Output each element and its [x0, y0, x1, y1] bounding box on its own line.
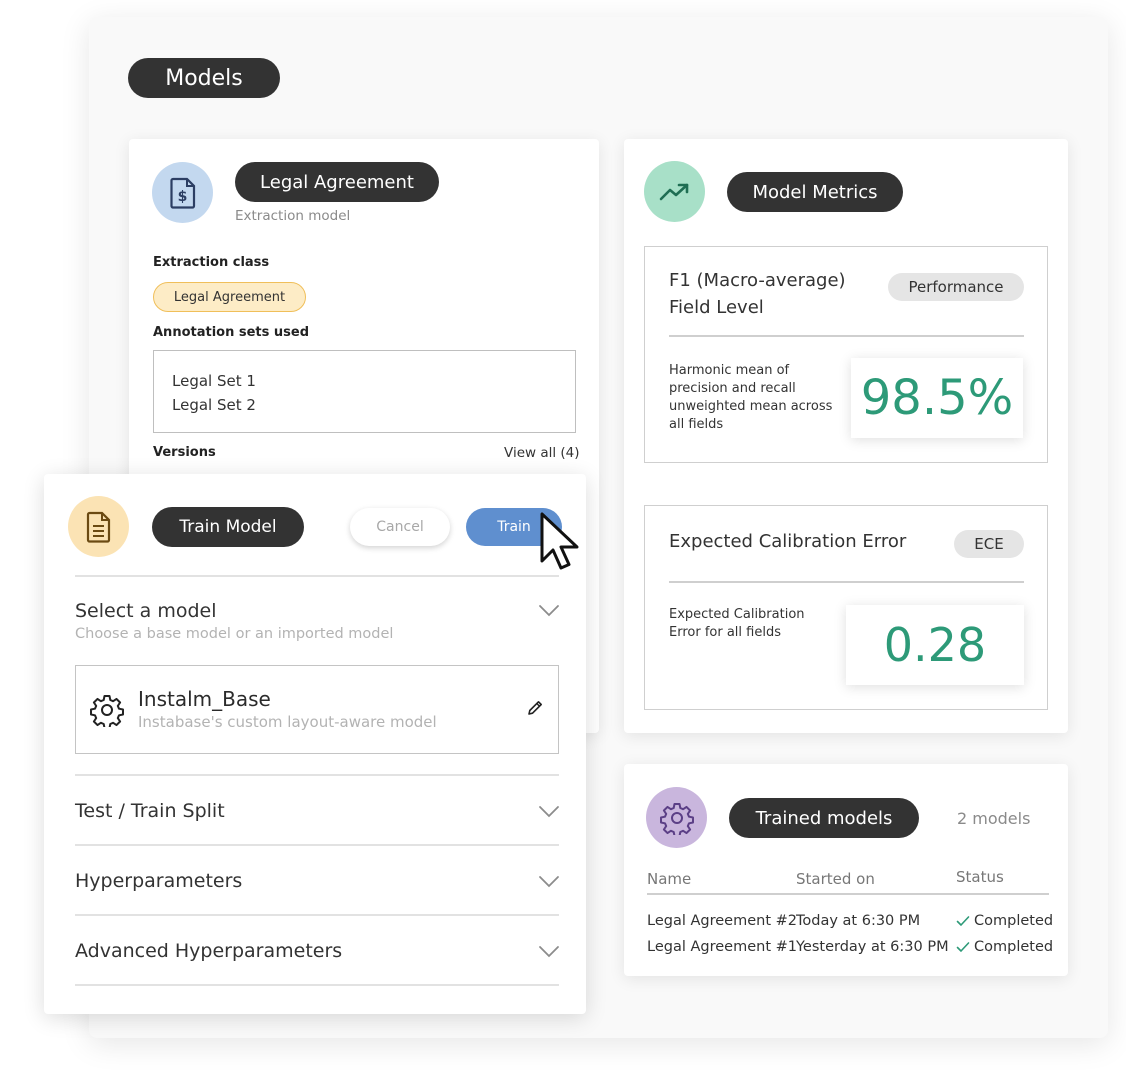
section-divider [75, 914, 559, 916]
gear-icon [659, 802, 694, 835]
table-row-status: Completed [956, 913, 1053, 929]
ece-metric-box: Expected Calibration Error ECE Expected … [644, 505, 1048, 710]
table-row-started: Yesterday at 6:30 PM [796, 939, 949, 955]
trained-models-card: Trained models 2 models Name Started on … [624, 764, 1068, 976]
train-card-title: Train Model [152, 507, 304, 547]
trained-models-count: 2 models [957, 809, 1031, 828]
f1-value: 98.5% [851, 358, 1023, 438]
check-icon [956, 916, 970, 926]
select-model-hint: Choose a base model or an imported model [75, 626, 394, 642]
section-hyperparameters[interactable]: Hyperparameters [75, 870, 242, 892]
select-model-title[interactable]: Select a model [75, 600, 217, 622]
versions-label: Versions [153, 445, 216, 460]
model-description: Instabase's custom layout-aware model [138, 713, 437, 731]
selected-model-box[interactable]: Instalm_Base Instabase's custom layout-a… [75, 665, 559, 754]
table-header-divider [647, 893, 1049, 895]
legal-card-title: Legal Agreement [235, 162, 439, 202]
model-gear-icon [90, 695, 124, 727]
legal-card-subtitle: Extraction model [235, 208, 351, 224]
table-row-started: Today at 6:30 PM [796, 913, 921, 929]
column-header-started: Started on [796, 870, 875, 888]
trained-icon-circle [646, 787, 707, 848]
f1-metric-box: F1 (Macro-average) Field Level Performan… [644, 246, 1048, 463]
annotation-sets-box: Legal Set 1 Legal Set 2 [153, 350, 576, 433]
table-row-name[interactable]: Legal Agreement #1 [647, 939, 797, 955]
status-label: Completed [974, 939, 1054, 955]
legal-icon-circle: $ [152, 162, 213, 223]
cancel-button[interactable]: Cancel [350, 508, 450, 546]
trend-up-icon [659, 183, 688, 200]
svg-text:$: $ [177, 189, 187, 205]
extraction-class-tag[interactable]: Legal Agreement [153, 282, 306, 312]
view-all-link[interactable]: View all (4) [504, 445, 580, 461]
column-header-status: Status [956, 868, 1004, 886]
metrics-icon-circle [644, 161, 705, 222]
chevron-down-icon[interactable] [538, 604, 560, 618]
table-row-name[interactable]: Legal Agreement #2 [647, 913, 797, 929]
section-test-train-split[interactable]: Test / Train Split [75, 800, 225, 822]
f1-divider [669, 335, 1024, 337]
chevron-down-icon[interactable] [538, 805, 560, 819]
status-label: Completed [974, 913, 1054, 929]
pencil-icon[interactable] [526, 699, 544, 717]
train-icon-circle [68, 496, 129, 557]
chevron-down-icon[interactable] [538, 875, 560, 889]
table-row-status: Completed [956, 939, 1053, 955]
model-name: Instalm_Base [138, 687, 271, 711]
document-dollar-icon: $ [169, 177, 195, 209]
ece-value: 0.28 [846, 605, 1024, 685]
train-model-card: Train Model Cancel Train Select a model … [44, 474, 586, 1014]
f1-title: F1 (Macro-average) Field Level [669, 267, 846, 321]
metrics-card-title: Model Metrics [727, 172, 903, 212]
extraction-class-label: Extraction class [153, 255, 270, 270]
f1-title-line2: Field Level [669, 297, 764, 318]
train-header-divider [75, 575, 559, 577]
check-icon [956, 942, 970, 952]
section-divider [75, 844, 559, 846]
ece-divider [669, 581, 1024, 583]
column-header-name: Name [647, 870, 692, 888]
annotation-set-item: Legal Set 2 [172, 396, 256, 414]
section-divider [75, 984, 559, 986]
chevron-down-icon[interactable] [538, 945, 560, 959]
page-title: Models [128, 58, 280, 98]
ece-description: Expected Calibration Error for all field… [669, 607, 805, 640]
trained-card-title: Trained models [729, 798, 919, 838]
f1-title-line1: F1 (Macro-average) [669, 270, 846, 291]
document-icon [86, 511, 110, 543]
annotation-sets-label: Annotation sets used [153, 325, 310, 340]
performance-tag: Performance [888, 273, 1024, 301]
section-divider [75, 774, 559, 776]
section-advanced-hyperparameters[interactable]: Advanced Hyperparameters [75, 940, 342, 962]
model-metrics-card: Model Metrics F1 (Macro-average) Field L… [624, 139, 1068, 733]
f1-description: Harmonic mean of precision and recall un… [669, 363, 833, 432]
ece-tag: ECE [954, 530, 1024, 558]
mouse-cursor-icon [540, 512, 579, 570]
ece-title: Expected Calibration Error [669, 531, 907, 552]
annotation-set-item: Legal Set 1 [172, 372, 256, 390]
